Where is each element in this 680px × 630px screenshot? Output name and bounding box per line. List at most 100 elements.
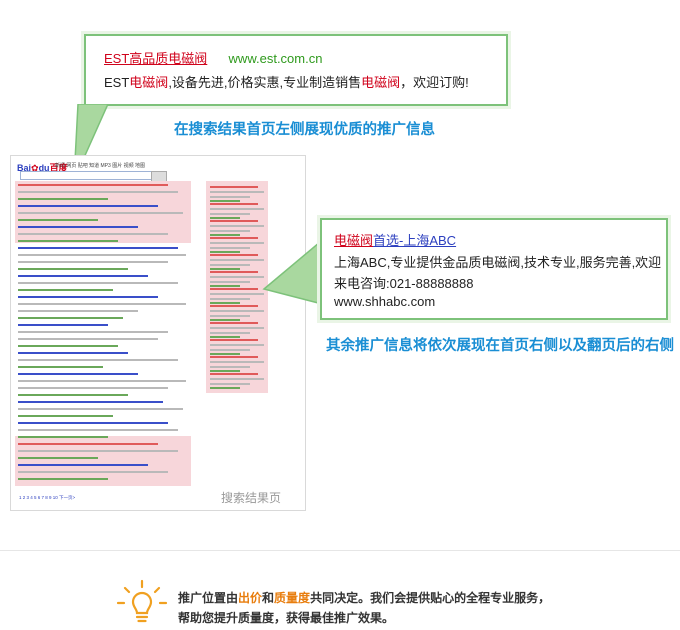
mock-text-line	[210, 276, 264, 278]
mock-text-line	[18, 366, 103, 368]
mock-text-line	[210, 230, 250, 232]
mock-text-line	[18, 338, 158, 340]
mock-text-line	[210, 305, 258, 307]
mock-text-line	[18, 478, 108, 480]
mock-text-line	[210, 366, 250, 368]
mock-text-line	[210, 196, 250, 198]
mock-text-line	[210, 186, 258, 188]
top-ad-title: EST高品质电磁阀 www.est.com.cn	[104, 48, 322, 67]
footer-divider	[0, 550, 680, 551]
mock-text-line	[210, 220, 258, 222]
footer-l1-e: 共同决定。我们会提供贴心的全程专业服务，	[310, 591, 551, 605]
mock-text-line	[18, 233, 168, 235]
mock-text-line	[18, 240, 118, 242]
mock-text-line	[18, 219, 98, 221]
top-ad-url[interactable]: www.est.com.cn	[229, 51, 323, 66]
mock-text-line	[18, 296, 158, 298]
mock-text-line	[18, 464, 148, 466]
mock-search-input	[20, 171, 152, 180]
mock-text-line	[18, 282, 178, 284]
footer-l1-c: 和	[262, 591, 275, 605]
mock-text-line	[18, 373, 138, 375]
mock-text-line	[210, 356, 258, 358]
mock-text-line	[210, 336, 240, 338]
mock-text-line	[210, 191, 264, 193]
mock-text-line	[210, 373, 258, 375]
mock-text-line	[210, 264, 250, 266]
mock-text-line	[210, 251, 240, 253]
mock-text-line	[210, 285, 240, 287]
mock-text-line	[210, 322, 258, 324]
mock-text-line	[18, 191, 178, 193]
caption-right: 其余推广信息将依次展现在首页右侧以及翻页后的右侧	[326, 338, 674, 354]
desc-mid: ,设备先进,价格实惠,专业制造销售	[168, 75, 362, 90]
mock-text-line	[210, 234, 240, 236]
mock-text-line	[210, 319, 240, 321]
right-ad-title[interactable]: 电磁阀首选-上海ABC	[334, 230, 456, 249]
mock-text-line	[18, 331, 168, 333]
desc-keyword-1: 电磁阀	[129, 75, 169, 90]
mock-text-line	[210, 271, 258, 273]
mock-text-line	[18, 471, 168, 473]
right-ad-line-3: 来电咨询:021-88888888	[334, 276, 474, 291]
mock-text-line	[18, 254, 186, 256]
mock-text-line	[210, 349, 250, 351]
mock-text-line	[18, 401, 163, 403]
mock-text-line	[18, 205, 158, 207]
mock-text-line	[210, 237, 258, 239]
mock-text-line	[18, 387, 168, 389]
mock-text-line	[18, 303, 186, 305]
mock-text-line	[210, 387, 240, 389]
right-ad-callout: 电磁阀首选-上海ABC 上海ABC,专业提供金品质电磁阀,技术专业,服务完善,欢…	[320, 218, 668, 320]
lightbulb-icon	[116, 579, 168, 623]
mock-text-line	[210, 298, 250, 300]
mock-text-line	[18, 457, 98, 459]
top-ad-callout: EST高品质电磁阀 www.est.com.cn EST电磁阀,设备先进,价格实…	[84, 34, 508, 106]
mock-text-line	[210, 302, 240, 304]
top-ad-brand-link[interactable]: EST高品质电磁阀	[104, 51, 207, 66]
search-results-mock: Bai✿du百度 新闻 网页 贴吧 知道 MP3 图片 视频 地图 1 2 3 …	[10, 155, 306, 511]
mock-text-line	[210, 200, 240, 202]
desc-prefix: EST	[104, 75, 130, 90]
mock-text-line	[210, 254, 258, 256]
mock-pager: 1 2 3 4 5 6 7 8 9 10 下一页>	[19, 495, 76, 500]
mock-text-line	[18, 394, 128, 396]
mock-text-line	[210, 327, 264, 329]
mock-text-line	[210, 213, 250, 215]
mock-text-line	[210, 370, 240, 372]
mock-text-line	[210, 339, 258, 341]
mock-text-line	[18, 268, 128, 270]
mock-text-line	[210, 208, 264, 210]
right-ad-title-rest: 首选-上海ABC	[373, 233, 457, 248]
mock-text-line	[210, 310, 264, 312]
mock-text-line	[18, 226, 138, 228]
right-ad-line-2: 上海ABC,专业提供金品质电磁阀,技术专业,服务完善,欢迎	[334, 255, 662, 270]
mock-text-line	[18, 443, 158, 445]
mock-text-line	[18, 247, 178, 249]
mock-text-line	[210, 288, 258, 290]
mock-text-line	[210, 361, 264, 363]
mock-text-line	[18, 275, 148, 277]
mock-text-line	[18, 422, 168, 424]
mock-text-line	[18, 317, 123, 319]
mock-text-line	[210, 268, 240, 270]
caption-left: 在搜索结果首页左侧展现优质的推广信息	[174, 122, 435, 138]
mock-text-line	[18, 380, 186, 382]
mock-text-line	[18, 310, 138, 312]
mock-text-line	[18, 450, 178, 452]
footer-keyword-bid: 出价	[238, 591, 263, 605]
mock-text-line	[18, 289, 113, 291]
footer-line-1: 推广位置由出价和质量度共同决定。我们会提供贴心的全程专业服务，	[178, 589, 550, 606]
mock-text-line	[210, 217, 240, 219]
mock-tabs: 新闻 网页 贴吧 知道 MP3 图片 视频 地图	[55, 163, 146, 169]
right-ad-url[interactable]: www.shhabc.com	[334, 294, 435, 309]
mock-text-line	[18, 359, 178, 361]
desc-suffix: ，欢迎订购!	[400, 75, 469, 90]
mock-text-line	[210, 353, 240, 355]
mock-text-line	[210, 293, 264, 295]
mock-text-line	[18, 198, 108, 200]
right-ad-title-keyword: 电磁阀	[334, 233, 374, 248]
mock-text-line	[210, 281, 250, 283]
mock-text-line	[210, 242, 264, 244]
mock-text-line	[18, 429, 178, 431]
